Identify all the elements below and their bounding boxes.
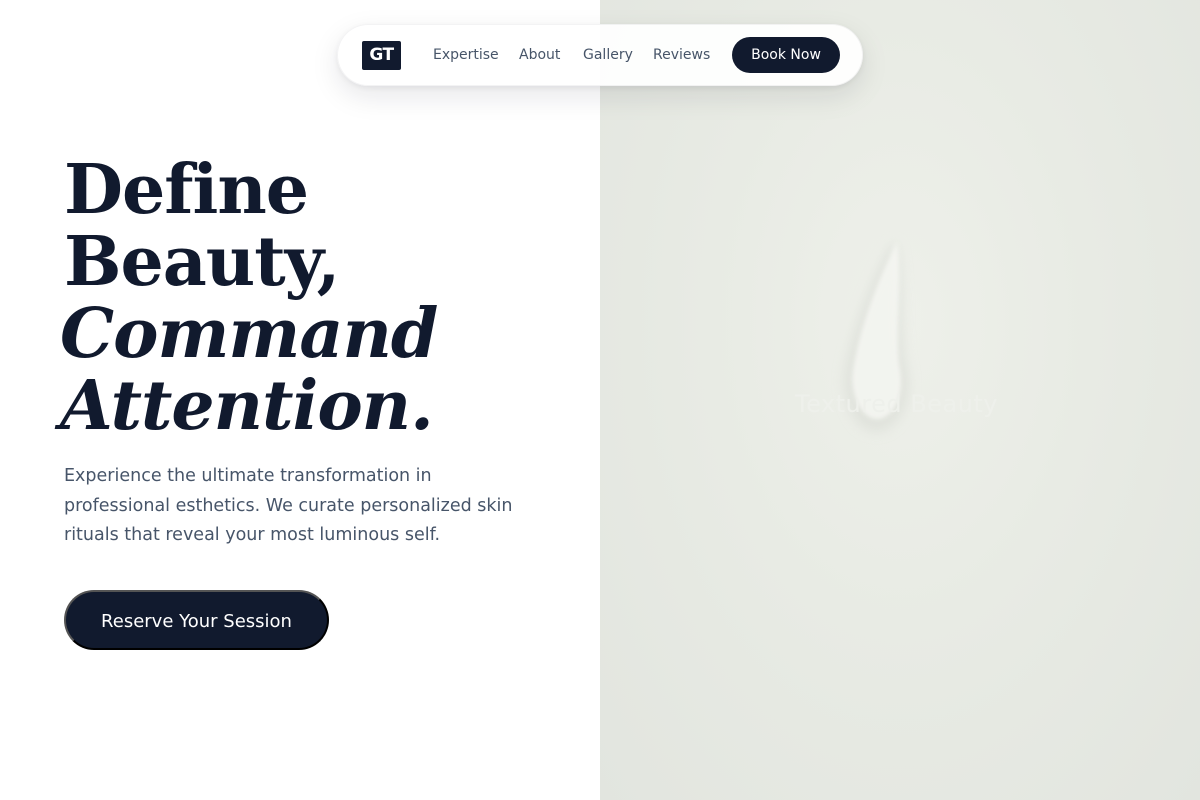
- top-navbar: GT Expertise About Gallery Reviews Book …: [337, 24, 863, 86]
- headline-line-4: Attention.: [60, 366, 434, 446]
- nav-link-expertise[interactable]: Expertise: [433, 46, 499, 64]
- headline-line-2: Beauty,: [64, 222, 340, 302]
- nav-link-about[interactable]: About: [519, 46, 560, 64]
- logo-badge[interactable]: GT: [362, 41, 401, 70]
- reserve-session-button[interactable]: Reserve Your Session: [64, 590, 329, 650]
- book-now-button[interactable]: Book Now: [732, 37, 840, 73]
- headline-line-3: Command: [60, 294, 438, 374]
- image-caption: Textured Beauty: [795, 390, 998, 418]
- hero-headline: Define Beauty, Command Attention.: [60, 150, 584, 442]
- nav-link-gallery[interactable]: Gallery: [583, 46, 633, 64]
- hero-image: Textured Beauty: [600, 0, 1200, 800]
- headline-line-1: Define: [64, 150, 309, 230]
- hero-description: Experience the ultimate transformation i…: [64, 466, 513, 545]
- nav-link-reviews[interactable]: Reviews: [653, 46, 710, 64]
